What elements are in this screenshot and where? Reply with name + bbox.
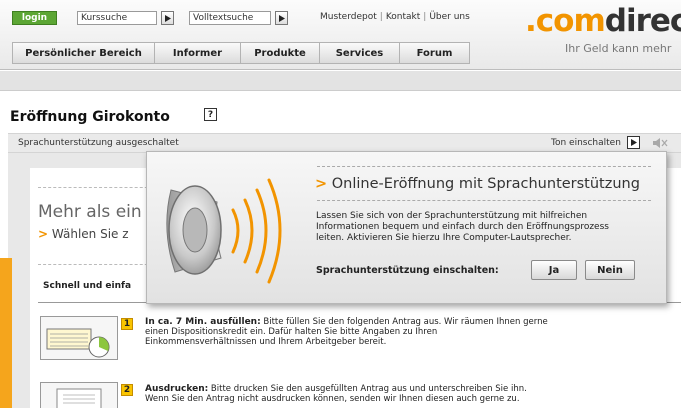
nav-services[interactable]: Services [320,42,400,64]
orange-side-bar [0,258,12,408]
top-links: Musterdepot | Kontakt | Über uns [320,12,470,22]
divider [38,264,158,265]
audio-toggle-label[interactable]: Ton einschalten [551,138,621,148]
divider [317,166,651,167]
comdirect-logo[interactable]: .comdirect [525,5,681,37]
voice-assist-dialog: > Online-Eröffnung mit Sprachunterstützu… [146,151,667,304]
play-arrow-icon [164,14,171,22]
keyboard-clock-icon [40,316,118,360]
nav-forum[interactable]: Forum [400,42,470,64]
audio-play-button[interactable] [627,136,640,149]
step-description: In ca. 7 Min. ausfüllen: Bitte füllen Si… [145,317,548,347]
step-number-badge: 1 [121,318,133,330]
printer-icon [40,382,118,408]
main-navigation: Persönlicher Bereich Informer Produkte S… [12,42,470,64]
site-header: login Kurssuche Volltextsuche Musterdepo… [0,0,681,70]
dialog-body: Lassen Sie sich von der Sprachunterstütz… [316,211,609,243]
divider [317,200,651,201]
quote-search-input[interactable]: Kurssuche [77,11,157,25]
page-title: Eröffnung Girokonto [10,109,170,125]
logo-slogan: Ihr Geld kann mehr [565,42,672,55]
audio-status-bar: Sprachunterstützung ausgeschaltet Ton ei… [8,133,681,153]
link-musterdepot[interactable]: Musterdepot [320,12,377,22]
dialog-title: > Online-Eröffnung mit Sprachunterstützu… [315,176,640,192]
play-arrow-icon [278,14,285,22]
content-subheading: > Wählen Sie z [38,227,129,241]
dialog-question: Sprachunterstützung einschalten: [316,265,499,276]
nav-persoenlicher-bereich[interactable]: Persönlicher Bereich [12,42,155,64]
speaker-sound-icon [166,178,282,284]
fulltext-search-go-button[interactable] [275,11,288,25]
fulltext-search-input[interactable]: Volltextsuche [189,11,271,25]
nav-informer[interactable]: Informer [155,42,241,64]
divider [38,187,158,188]
link-kontakt[interactable]: Kontakt [386,12,420,22]
quote-search-go-button[interactable] [161,11,174,25]
help-icon[interactable]: ? [204,108,217,121]
step-description: Ausdrucken: Bitte drucken Sie den ausgef… [145,384,527,404]
subnav-strip [0,71,681,91]
no-button[interactable]: Nein [585,260,635,280]
link-ueber-uns[interactable]: Über uns [429,12,470,22]
play-arrow-icon [630,139,637,146]
login-button[interactable]: login [12,11,57,25]
nav-produkte[interactable]: Produkte [241,42,320,64]
audio-status-text: Sprachunterstützung ausgeschaltet [18,138,179,148]
yes-button[interactable]: Ja [531,260,577,280]
speaker-muted-icon[interactable] [652,137,668,149]
section-label: Schnell und einfa [43,281,132,291]
step-number-badge: 2 [121,384,133,396]
content-heading: Mehr als ein [38,202,142,222]
